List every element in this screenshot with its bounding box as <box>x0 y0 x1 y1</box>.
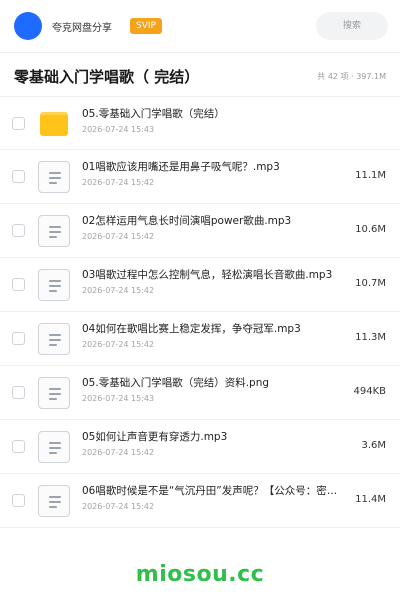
file-date: 2026-07-24 15:43 <box>82 125 155 134</box>
folder-header: 零基础入门学唱歌（ 完结） 共 42 项 · 397.1M <box>0 53 400 99</box>
folder-icon <box>38 108 70 140</box>
folder-summary: 共 42 项 · 397.1M <box>317 71 386 81</box>
file-name: 02怎样运用气息长时间演唱power歌曲.mp3 <box>82 215 292 227</box>
list-item[interactable]: 05.零基础入门学唱歌（完结） 2026-07-24 15:43 <box>0 96 400 150</box>
document-icon <box>38 377 70 409</box>
file-date: 2026-07-24 15:42 <box>82 178 155 187</box>
vip-badge: SVIP <box>130 18 162 34</box>
file-name: 01唱歌应该用嘴还是用鼻子吸气呢？.mp3 <box>82 161 280 173</box>
file-date: 2026-07-24 15:42 <box>82 448 155 457</box>
top-bar: 夸克网盘分享 SVIP 搜索 <box>0 0 400 52</box>
list-item[interactable]: 03唱歌过程中怎么控制气息，轻松演唱长音歌曲.mp3 2026-07-24 15… <box>0 258 400 312</box>
file-date: 2026-07-24 15:42 <box>82 286 155 295</box>
file-date: 2026-07-24 15:43 <box>82 394 155 403</box>
select-checkbox[interactable] <box>12 117 25 130</box>
avatar[interactable] <box>14 12 42 40</box>
file-name: 05.零基础入门学唱歌（完结）资料.png <box>82 377 270 389</box>
search-input[interactable]: 搜索 <box>316 12 388 40</box>
file-size: 3.6M <box>361 440 386 451</box>
select-checkbox[interactable] <box>12 440 25 453</box>
file-size: 10.6M <box>355 224 386 235</box>
file-date: 2026-07-24 15:42 <box>82 502 155 511</box>
file-name: 06唱歌时候是不是“气沉丹田”发声呢？【公众号：密… <box>82 485 338 497</box>
list-item[interactable]: 06唱歌时候是不是“气沉丹田”发声呢？【公众号：密… 2026-07-24 15… <box>0 474 400 528</box>
page-title: 零基础入门学唱歌（ 完结） <box>14 67 200 86</box>
file-list: 05.零基础入门学唱歌（完结） 2026-07-24 15:43 01唱歌应该用… <box>0 96 400 528</box>
select-checkbox[interactable] <box>12 332 25 345</box>
list-item[interactable]: 05.零基础入门学唱歌（完结）资料.png 2026-07-24 15:43 4… <box>0 366 400 420</box>
file-date: 2026-07-24 15:42 <box>82 232 155 241</box>
select-checkbox[interactable] <box>12 386 25 399</box>
select-checkbox[interactable] <box>12 170 25 183</box>
brand-label: 夸克网盘分享 <box>52 22 112 34</box>
file-name: 04如何在歌唱比赛上稳定发挥，争夺冠军.mp3 <box>82 323 301 335</box>
document-icon <box>38 485 70 517</box>
file-size: 11.3M <box>355 332 386 343</box>
select-checkbox[interactable] <box>12 224 25 237</box>
file-date: 2026-07-24 15:42 <box>82 340 155 349</box>
watermark: miosou.cc <box>135 562 265 587</box>
document-icon <box>38 431 70 463</box>
list-item[interactable]: 02怎样运用气息长时间演唱power歌曲.mp3 2026-07-24 15:4… <box>0 204 400 258</box>
document-icon <box>38 161 70 193</box>
file-name: 05如何让声音更有穿透力.mp3 <box>82 431 228 443</box>
file-name: 05.零基础入门学唱歌（完结） <box>82 108 225 120</box>
file-size: 11.4M <box>355 494 386 505</box>
file-size: 11.1M <box>355 170 386 181</box>
select-checkbox[interactable] <box>12 278 25 291</box>
document-icon <box>38 269 70 301</box>
document-icon <box>38 323 70 355</box>
list-item[interactable]: 04如何在歌唱比赛上稳定发挥，争夺冠军.mp3 2026-07-24 15:42… <box>0 312 400 366</box>
file-name: 03唱歌过程中怎么控制气息，轻松演唱长音歌曲.mp3 <box>82 269 333 281</box>
file-size: 10.7M <box>355 278 386 289</box>
list-item[interactable]: 01唱歌应该用嘴还是用鼻子吸气呢？.mp3 2026-07-24 15:42 1… <box>0 150 400 204</box>
document-icon <box>38 215 70 247</box>
file-size: 494KB <box>353 386 386 397</box>
select-checkbox[interactable] <box>12 494 25 507</box>
list-item[interactable]: 05如何让声音更有穿透力.mp3 2026-07-24 15:42 3.6M <box>0 420 400 474</box>
